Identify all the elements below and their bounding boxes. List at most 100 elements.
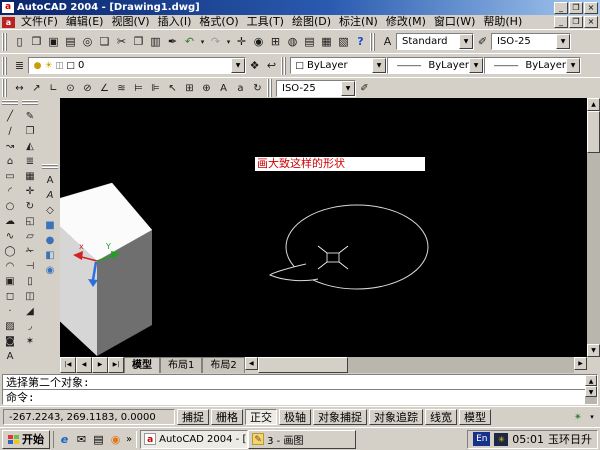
vertical-scrollbar-thumb[interactable] [587, 111, 600, 153]
close-button[interactable]: × [584, 2, 598, 14]
layer-combo[interactable]: ● ☀ ◫ □ 0 ▼ [28, 57, 246, 74]
make-object-layer-current-icon[interactable]: ❖ [246, 57, 263, 75]
zoom-previous-icon[interactable]: ◍ [284, 33, 301, 51]
status-toggle[interactable]: 模型 [459, 409, 491, 425]
tolerance-icon[interactable]: ⊞ [181, 80, 198, 96]
extend-icon[interactable]: ⊣ [21, 259, 39, 274]
dimension-style-manager-icon[interactable]: ✐ [356, 80, 373, 96]
chevron-down-icon[interactable]: ▼ [231, 58, 245, 73]
toolbar-grip[interactable] [2, 33, 10, 51]
copy-object-icon[interactable]: ❐ [21, 124, 39, 139]
horizontal-scrollbar-thumb[interactable] [258, 357, 348, 373]
angular-dimension-icon[interactable]: ∠ [96, 80, 113, 96]
redo-icon[interactable]: ↷ [207, 33, 224, 51]
linetype-combo[interactable]: ——— ByLayer ▼ [387, 57, 484, 74]
prev-tab-button[interactable]: ◀ [76, 357, 92, 373]
task-button[interactable]: ✎ 3 - 画图 [248, 430, 356, 449]
menu-item[interactable]: 窗口(W) [430, 15, 479, 29]
flat-shaded-icon[interactable]: ■ [41, 218, 59, 233]
vertical-scrollbar-track[interactable] [587, 153, 600, 344]
color-combo[interactable]: □ ByLayer ▼ [290, 57, 387, 74]
line-icon[interactable]: ╱ [1, 109, 19, 124]
status-toggle[interactable]: 正交 [245, 409, 277, 425]
command-prompt[interactable]: 命令: [3, 390, 585, 405]
status-toggle[interactable]: 栅格 [211, 409, 243, 425]
status-toggle[interactable]: 捕捉 [177, 409, 209, 425]
polyline-icon[interactable]: ↝ [1, 139, 19, 154]
mdi-close-button[interactable]: × [584, 16, 598, 28]
trim-icon[interactable]: ✁ [21, 244, 39, 259]
baseline-dimension-icon[interactable]: ⊨ [130, 80, 147, 96]
ellipse-arc-icon[interactable]: ◠ [1, 259, 19, 274]
open-icon[interactable]: ❒ [28, 33, 45, 51]
layout-tab[interactable]: 布局2 [202, 357, 244, 373]
vertical-scrollbar[interactable]: ▲ ▼ [587, 98, 600, 357]
scroll-left-button[interactable]: ◀ [245, 357, 258, 370]
quick-dimension-icon[interactable]: ≋ [113, 80, 130, 96]
region-icon[interactable]: ◙ [1, 334, 19, 349]
dimension-update-icon[interactable]: ↻ [249, 80, 266, 96]
status-menu-arrow-icon[interactable]: ▾ [587, 413, 597, 421]
break-icon[interactable]: ◫ [21, 289, 39, 304]
scale-icon[interactable]: ◱ [21, 214, 39, 229]
ordinate-dimension-icon[interactable]: ∟ [45, 80, 62, 96]
chevron-down-icon[interactable]: ▼ [341, 81, 355, 96]
status-toggle[interactable]: 线宽 [425, 409, 457, 425]
gouraud-shaded-edges-on-icon[interactable]: ◉ [41, 263, 59, 278]
dim-style-combo[interactable]: ISO-25 ▼ [491, 33, 571, 50]
ellipse-tail[interactable] [270, 264, 318, 281]
revision-cloud-icon[interactable]: ☁ [1, 214, 19, 229]
chevron-down-icon[interactable]: ▼ [556, 34, 570, 49]
mdi-minimize-button[interactable]: _ [554, 16, 568, 28]
circle-icon[interactable]: ○ [1, 199, 19, 214]
spline-icon[interactable]: ∿ [1, 229, 19, 244]
show-desktop-icon[interactable]: ▤ [90, 431, 107, 448]
chevron-down-icon[interactable]: ▼ [469, 58, 483, 73]
stretch-icon[interactable]: ▱ [21, 229, 39, 244]
menu-item[interactable]: 修改(M) [382, 15, 430, 29]
chevron-down-icon[interactable]: ▼ [372, 58, 386, 73]
mdi-restore-button[interactable]: ❐ [569, 16, 583, 28]
aligned-dimension-icon[interactable]: ↗ [28, 80, 45, 96]
plot-preview-icon[interactable]: ◎ [79, 33, 96, 51]
make-block-icon[interactable]: ◻ [1, 289, 19, 304]
scroll-right-button[interactable]: ▶ [574, 357, 587, 370]
task-button[interactable]: a AutoCAD 2004 - [Dra... [140, 430, 248, 449]
toolbar-grip[interactable] [267, 79, 275, 97]
menu-item[interactable]: 标注(N) [335, 15, 382, 29]
quick-launch-overflow-icon[interactable]: » [124, 434, 134, 445]
menu-item[interactable]: 工具(T) [243, 15, 288, 29]
paste-icon[interactable]: ▥ [147, 33, 164, 51]
dim-style-icon[interactable]: ✐ [474, 33, 491, 51]
menu-item[interactable]: 格式(O) [195, 15, 242, 29]
horizontal-scrollbar[interactable]: ◀ ▶ [245, 357, 587, 373]
menu-item[interactable]: 绘图(D) [288, 15, 335, 29]
undo-icon[interactable]: ↶ [181, 33, 198, 51]
status-toggle[interactable]: 极轴 [279, 409, 311, 425]
center-mark-icon[interactable]: ⊕ [198, 80, 215, 96]
layer-freeze-icon[interactable]: ☀ [43, 61, 54, 71]
mtext-icon[interactable]: A [1, 349, 19, 364]
next-tab-button[interactable]: ▶ [92, 357, 108, 373]
scroll-up-button[interactable]: ▲ [585, 375, 597, 386]
publish-icon[interactable]: ❏ [96, 33, 113, 51]
match-properties-icon[interactable]: ✒ [164, 33, 181, 51]
gouraud-shaded-icon[interactable]: ● [41, 233, 59, 248]
copy-icon[interactable]: ❐ [130, 33, 147, 51]
diameter-dimension-icon[interactable]: ⊘ [79, 80, 96, 96]
menu-item[interactable]: 视图(V) [107, 15, 153, 29]
point-icon[interactable]: · [1, 304, 19, 319]
menu-item[interactable]: 帮助(H) [479, 15, 526, 29]
redo-dropdown-icon[interactable]: ▾ [224, 33, 233, 51]
text-style-combo[interactable]: Standard ▼ [396, 33, 474, 50]
plot-icon[interactable]: ▤ [62, 33, 79, 51]
new-icon[interactable]: ▯ [11, 33, 28, 51]
scroll-down-button[interactable]: ▼ [587, 344, 600, 357]
toolbar-grip[interactable] [281, 57, 289, 75]
outlook-quicklaunch-icon[interactable]: ✉ [73, 431, 90, 448]
scroll-down-button[interactable]: ▼ [585, 386, 597, 397]
hidden-icon[interactable]: ◇ [41, 203, 59, 218]
toolbar-grip[interactable] [2, 79, 10, 97]
rotate-icon[interactable]: ↻ [21, 199, 39, 214]
dimension-style-combo[interactable]: ISO-25 ▼ [276, 80, 356, 97]
